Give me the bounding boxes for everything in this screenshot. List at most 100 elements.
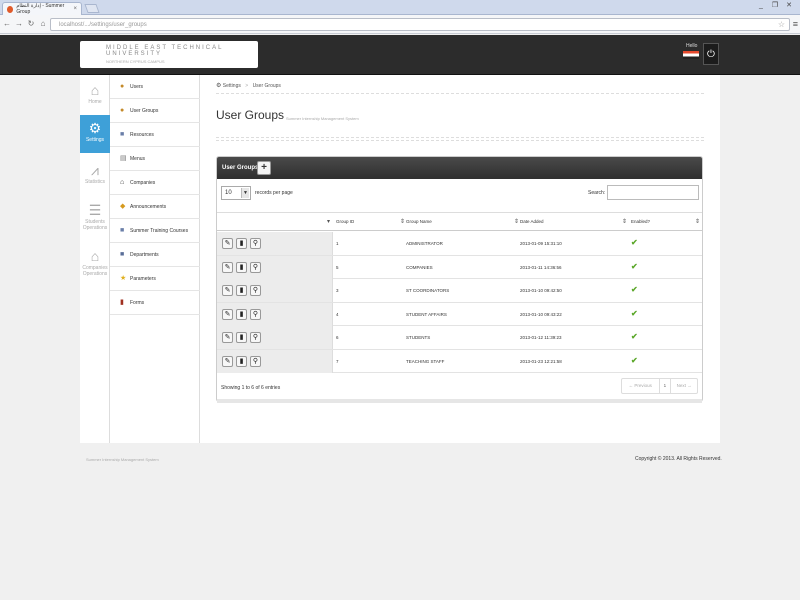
cell-date-added: 2013-01-23 12:21:58 bbox=[520, 358, 562, 364]
add-group-button[interactable]: + bbox=[257, 161, 271, 175]
cell-group-id: 4 bbox=[336, 311, 339, 317]
submenu-item-parameters[interactable]: ★ Parameters bbox=[110, 267, 200, 291]
module-home[interactable]: ⌂ Home bbox=[80, 77, 110, 115]
view-icon[interactable]: ⚲ bbox=[250, 285, 261, 296]
divider bbox=[216, 140, 704, 141]
page-subtitle: Summer Internship Management System bbox=[286, 116, 359, 121]
edit-icon[interactable]: ✎ bbox=[222, 332, 233, 343]
sort-icon[interactable]: ⇕ bbox=[622, 218, 627, 225]
next-page-button[interactable]: Next → bbox=[671, 379, 697, 393]
reload-icon[interactable]: ↻ bbox=[26, 19, 36, 29]
delete-icon[interactable]: ▮ bbox=[236, 261, 247, 273]
close-window-button[interactable]: ✕ bbox=[783, 1, 795, 11]
view-icon[interactable]: ⚲ bbox=[250, 238, 261, 249]
column-header-group-name[interactable]: Group Name bbox=[406, 219, 432, 224]
close-tab-icon[interactable]: × bbox=[73, 6, 77, 12]
home-button-icon[interactable]: ⌂ bbox=[38, 19, 48, 29]
module-students-operations[interactable]: ☰ Students Operations bbox=[80, 197, 110, 239]
submenu-item-users[interactable]: ● Users bbox=[110, 75, 200, 99]
edit-icon[interactable]: ✎ bbox=[222, 261, 233, 273]
list-icon: ☰ bbox=[88, 202, 102, 218]
cell-group-name: ST COORDINATORS bbox=[406, 288, 450, 293]
course-icon: ■ bbox=[120, 227, 125, 234]
submenu-label: Announcements bbox=[130, 203, 167, 210]
table-info: Showing 1 to 6 of 6 entries bbox=[221, 385, 281, 391]
power-icon[interactable]: ⏻ bbox=[703, 43, 719, 65]
cell-group-id: 7 bbox=[336, 358, 339, 364]
submenu-item-announcements[interactable]: ◆ Announcements bbox=[110, 195, 200, 219]
table-row: ✎ ▮ ⚲ 7 TEACHING STAFF 2013-01-23 12:21:58 ✔ bbox=[217, 349, 702, 373]
edit-icon[interactable]: ✎ bbox=[222, 308, 233, 320]
submenu-label: Users bbox=[130, 83, 144, 90]
row-actions: ✎ ▮ ⚲ bbox=[217, 349, 333, 373]
submenu-item-summer-training-courses[interactable]: ■ Summer Training Courses bbox=[110, 219, 200, 243]
university-subtitle: NORTHERN CYPRUS CAMPUS bbox=[106, 59, 165, 64]
module-label: Home bbox=[88, 99, 102, 105]
cell-group-id: 6 bbox=[336, 335, 339, 340]
submenu-item-forms[interactable]: ▮ Forms bbox=[110, 291, 200, 315]
delete-icon[interactable]: ▮ bbox=[236, 355, 247, 367]
table-row: ✎ ▮ ⚲ 3 ST COORDINATORS 2013-01-10 09:42:50 ✔ bbox=[217, 279, 702, 303]
delete-icon[interactable]: ▮ bbox=[236, 308, 247, 320]
box-footer bbox=[217, 399, 702, 403]
view-icon[interactable]: ⚲ bbox=[250, 332, 261, 343]
settings-submenu: ● Users ● User Groups ■ Resources ▤ Menu… bbox=[110, 75, 200, 443]
delete-icon[interactable]: ▮ bbox=[236, 285, 247, 296]
address-bar[interactable]: localhost/.../settings/user_groups ☆ bbox=[50, 18, 790, 31]
submenu-item-user-groups[interactable]: ● User Groups bbox=[110, 99, 200, 123]
forward-icon[interactable]: → bbox=[14, 19, 24, 29]
cell-group-id: 5 bbox=[336, 264, 339, 270]
delete-icon[interactable]: ▮ bbox=[236, 238, 247, 249]
row-actions: ✎ ▮ ⚲ bbox=[217, 326, 333, 349]
submenu-item-menus[interactable]: ▤ Menus bbox=[110, 147, 200, 171]
cell-date-added: 2013-01-10 09:42:50 bbox=[520, 288, 562, 293]
back-icon[interactable]: ← bbox=[2, 19, 12, 29]
bookmark-star-icon[interactable]: ☆ bbox=[778, 19, 785, 31]
edit-icon[interactable]: ✎ bbox=[222, 355, 233, 367]
page-length-select[interactable]: 10 ▼ bbox=[221, 186, 251, 200]
edit-icon[interactable]: ✎ bbox=[222, 285, 233, 296]
edit-icon[interactable]: ✎ bbox=[222, 238, 233, 249]
module-label: Settings bbox=[85, 137, 105, 143]
breadcrumb-settings[interactable]: Settings bbox=[223, 83, 241, 89]
cell-date-added: 2013-01-11 14:36:56 bbox=[520, 264, 562, 270]
view-icon[interactable]: ⚲ bbox=[250, 355, 261, 367]
language-flag-icon[interactable] bbox=[683, 51, 699, 59]
delete-icon[interactable]: ▮ bbox=[236, 332, 247, 343]
search-input[interactable] bbox=[607, 185, 699, 200]
module-label: Statistics bbox=[84, 179, 105, 185]
table-row: ✎ ▮ ⚲ 6 STUDENTS 2013-01-12 11:39:23 ✔ bbox=[217, 326, 702, 350]
previous-page-button[interactable]: ← Previous bbox=[622, 379, 660, 393]
view-icon[interactable]: ⚲ bbox=[250, 308, 261, 320]
row-actions: ✎ ▮ ⚲ bbox=[217, 279, 333, 302]
module-statistics[interactable]: ⩘ Statistics bbox=[80, 157, 110, 195]
maximize-button[interactable]: ❐ bbox=[769, 1, 781, 11]
minimize-button[interactable]: _ bbox=[755, 1, 767, 11]
submenu-item-resources[interactable]: ■ Resources bbox=[110, 123, 200, 147]
column-header-date-added[interactable]: Date Added bbox=[520, 219, 544, 224]
view-icon[interactable]: ⚲ bbox=[250, 261, 261, 273]
module-settings[interactable]: ⚙ Settings bbox=[80, 115, 110, 153]
university-name: MIDDLE EAST TECHNICAL UNIVERSITY bbox=[106, 45, 224, 57]
browser-tab-active[interactable]: إدارة النظام - Summer Group × bbox=[2, 2, 82, 15]
user-groups-box: User Groups + 10 ▼ records per page Sear… bbox=[216, 156, 703, 403]
column-header-group-id[interactable]: Group ID bbox=[336, 219, 354, 224]
browser-menu-icon[interactable]: ≡ bbox=[793, 19, 798, 29]
table-row: ✎ ▮ ⚲ 4 STUDENT AFFAIRS 2013-01-10 09:43:22 ✔ bbox=[217, 302, 702, 326]
module-label: Students Operations bbox=[82, 219, 108, 231]
sort-icon[interactable]: ⇕ bbox=[695, 218, 700, 225]
hello-text: Hello bbox=[686, 43, 698, 49]
sort-icon[interactable]: ⇕ bbox=[400, 218, 405, 225]
university-logo[interactable]: MIDDLE EAST TECHNICAL UNIVERSITY NORTHER… bbox=[80, 41, 258, 68]
column-header-enabled[interactable]: Enabled? bbox=[631, 219, 650, 224]
page-1-button[interactable]: 1 bbox=[660, 379, 672, 393]
new-tab-button[interactable] bbox=[84, 4, 100, 13]
sort-icon[interactable]: ⇕ bbox=[514, 218, 519, 225]
submenu-label: Summer Training Courses bbox=[130, 227, 189, 234]
site-header: MIDDLE EAST TECHNICAL UNIVERSITY NORTHER… bbox=[0, 35, 800, 75]
submenu-label: Menus bbox=[130, 155, 146, 162]
sort-icon[interactable]: ▾ bbox=[327, 218, 330, 225]
module-companies-operations[interactable]: ⌂ Companies Operations bbox=[80, 243, 110, 285]
submenu-item-departments[interactable]: ■ Departments bbox=[110, 243, 200, 267]
submenu-item-companies[interactable]: ⌂ Companies bbox=[110, 171, 200, 195]
